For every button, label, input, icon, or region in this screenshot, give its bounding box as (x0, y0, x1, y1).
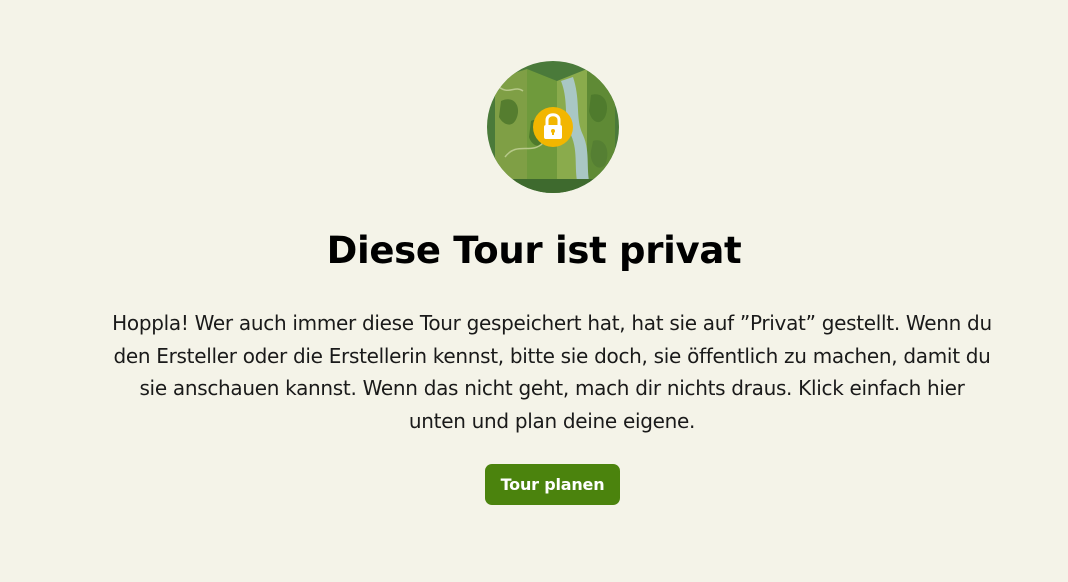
page-title: Diese Tour ist privat (326, 229, 742, 272)
private-tour-page: Diese Tour ist privat Hoppla! Wer auch i… (0, 0, 1068, 582)
map-lock-icon (487, 61, 619, 193)
private-tour-message: Hoppla! Wer auch immer diese Tour gespei… (112, 311, 992, 433)
plan-tour-button[interactable]: Tour planen (485, 464, 620, 505)
private-map-illustration (487, 61, 619, 193)
